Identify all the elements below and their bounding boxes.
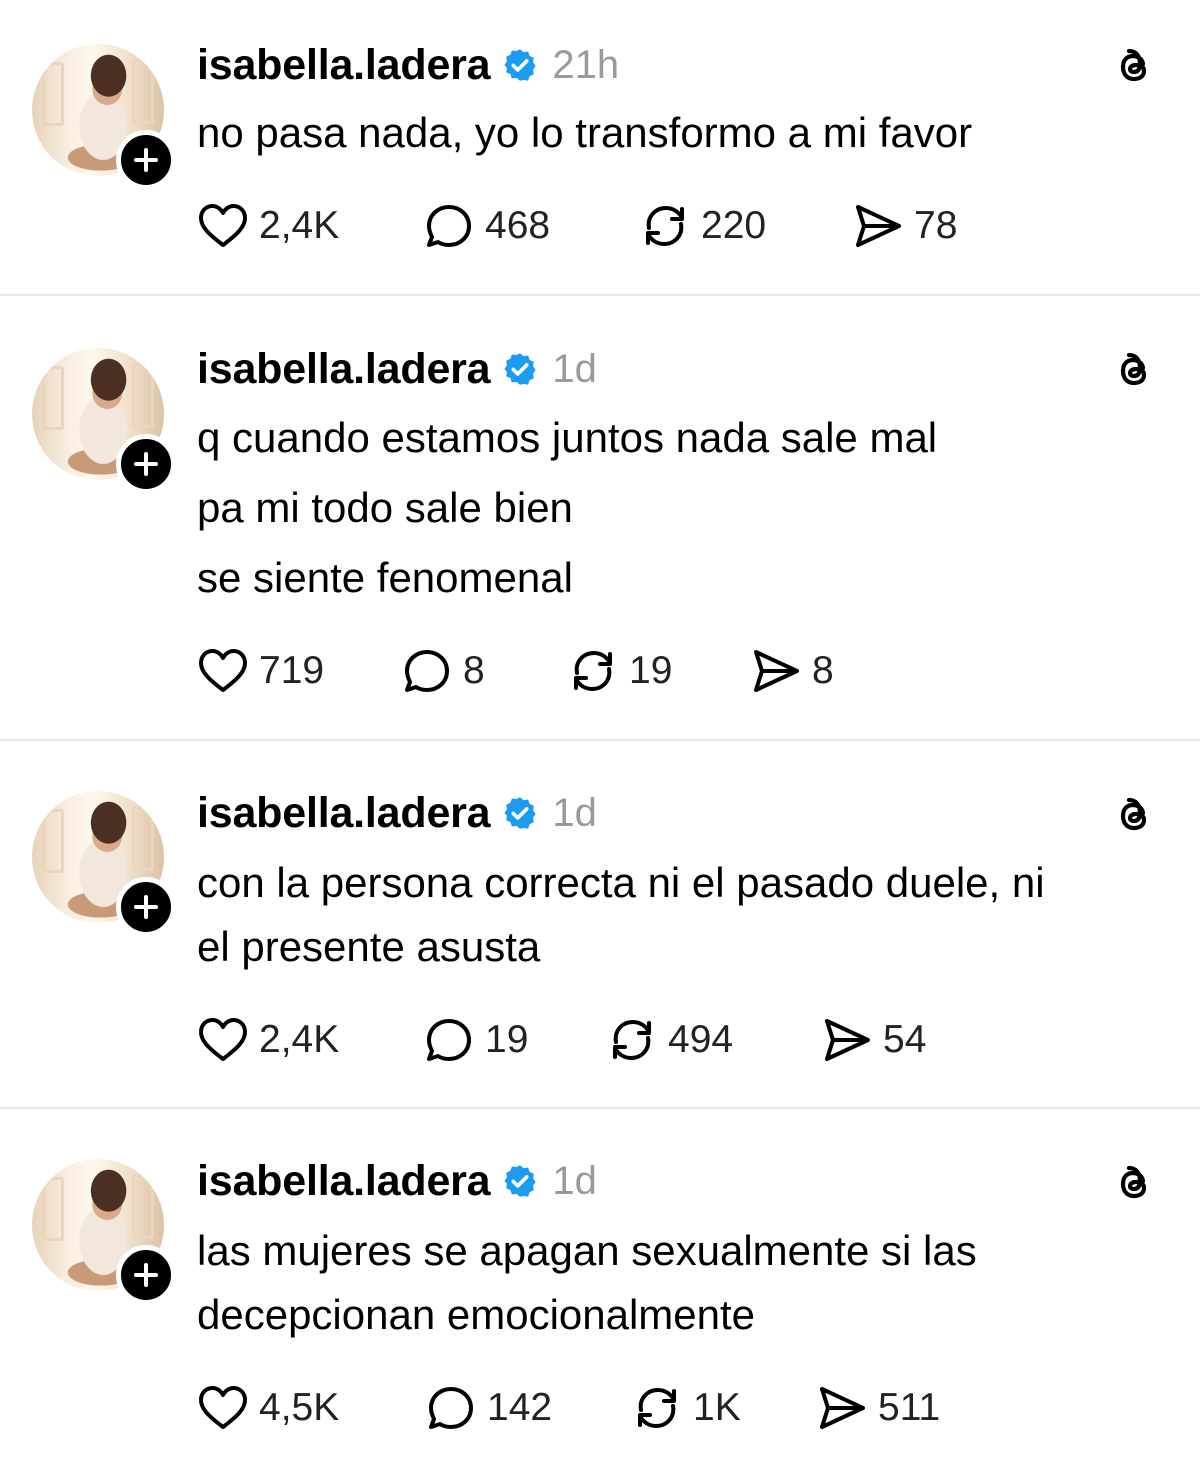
heart-icon xyxy=(199,649,247,692)
share-button[interactable]: 54 xyxy=(821,1012,926,1068)
post-header: isabella.ladera 1d xyxy=(197,344,597,394)
share-button[interactable]: 511 xyxy=(816,1380,940,1436)
verified-badge-icon xyxy=(504,1165,537,1197)
threads-logo-icon[interactable] xyxy=(1110,791,1160,841)
post-header: isabella.ladera 1d xyxy=(197,1156,597,1206)
send-icon xyxy=(820,1387,865,1429)
post-timestamp: 1d xyxy=(552,790,597,835)
post-body: q cuando estamos juntos nada sale mal pa… xyxy=(197,403,1172,613)
like-count: 2,4K xyxy=(259,204,340,247)
follow-button[interactable] xyxy=(116,1245,176,1305)
comment-bubble-icon xyxy=(427,205,471,247)
repost-count: 19 xyxy=(629,649,673,692)
repost-button[interactable]: 1K xyxy=(631,1380,741,1436)
like-button[interactable]: 719 xyxy=(197,643,324,699)
threads-logo-icon[interactable] xyxy=(1110,1159,1160,1209)
verified-badge-icon xyxy=(504,353,537,385)
like-count: 4,5K xyxy=(259,1386,340,1429)
repost-button[interactable]: 220 xyxy=(639,198,766,254)
post-timestamp: 21h xyxy=(552,42,620,87)
repost-button[interactable]: 494 xyxy=(606,1012,733,1068)
share-button[interactable]: 78 xyxy=(852,198,957,254)
plus-icon xyxy=(134,452,158,476)
thread-post[interactable]: isabella.ladera 1d las mujeres se apagan… xyxy=(0,1109,1200,1462)
reply-button[interactable]: 468 xyxy=(423,198,550,254)
like-count: 2,4K xyxy=(259,1018,340,1061)
post-text-line: se siente fenomenal xyxy=(197,554,573,601)
threads-logo-icon[interactable] xyxy=(1110,346,1160,396)
thread-post[interactable]: isabella.ladera 1d con la persona correc… xyxy=(0,741,1200,1109)
post-header: isabella.ladera 21h xyxy=(197,40,619,90)
comment-bubble-icon xyxy=(405,650,449,692)
verified-badge-icon xyxy=(504,797,537,829)
repost-button[interactable]: 19 xyxy=(567,643,672,699)
username[interactable]: isabella.ladera xyxy=(197,789,491,838)
reply-count: 19 xyxy=(485,1018,529,1061)
reply-button[interactable]: 19 xyxy=(423,1012,528,1068)
repost-count: 220 xyxy=(701,204,767,247)
plus-icon xyxy=(134,1263,158,1287)
username[interactable]: isabella.ladera xyxy=(197,1157,491,1206)
post-text-line: con la persona correcta ni el pasado due… xyxy=(197,859,1045,906)
like-button[interactable]: 2,4K xyxy=(197,1012,339,1068)
post-body: no pasa nada, yo lo transformo a mi favo… xyxy=(197,98,1172,168)
reply-count: 8 xyxy=(463,649,485,692)
repost-count: 494 xyxy=(668,1018,734,1061)
thread-post[interactable]: isabella.ladera 1d q cuando estamos junt… xyxy=(0,296,1200,741)
repost-icon xyxy=(646,206,684,246)
send-icon xyxy=(856,205,901,247)
send-icon xyxy=(825,1019,870,1061)
like-count: 719 xyxy=(259,649,325,692)
follow-button[interactable] xyxy=(116,130,176,190)
send-icon xyxy=(754,650,799,692)
repost-icon xyxy=(638,1388,676,1428)
like-button[interactable]: 4,5K xyxy=(197,1380,339,1436)
post-text-line: las mujeres se apagan sexualmente si las xyxy=(197,1227,977,1274)
share-count: 78 xyxy=(914,204,958,247)
verified-badge-icon xyxy=(504,49,537,81)
plus-icon xyxy=(134,148,158,172)
reply-button[interactable]: 142 xyxy=(425,1380,552,1436)
post-text-line: no pasa nada, yo lo transformo a mi favo… xyxy=(197,109,973,156)
post-text-line: decepcionan emocionalmente xyxy=(197,1291,756,1338)
repost-icon xyxy=(613,1020,651,1060)
share-button[interactable]: 8 xyxy=(750,643,834,699)
follow-button[interactable] xyxy=(116,877,176,937)
reply-button[interactable]: 8 xyxy=(401,643,485,699)
like-button[interactable]: 2,4K xyxy=(197,198,339,254)
plus-icon xyxy=(134,895,158,919)
follow-button[interactable] xyxy=(116,434,176,494)
share-count: 511 xyxy=(878,1386,941,1429)
username[interactable]: isabella.ladera xyxy=(197,345,491,394)
post-text-line: el presente asusta xyxy=(197,923,541,970)
reply-count: 468 xyxy=(485,204,551,247)
heart-icon xyxy=(199,204,247,247)
username[interactable]: isabella.ladera xyxy=(197,41,491,90)
threads-logo-icon[interactable] xyxy=(1110,42,1160,92)
post-header: isabella.ladera 1d xyxy=(197,788,597,838)
repost-count: 1K xyxy=(693,1386,741,1429)
post-timestamp: 1d xyxy=(552,1158,597,1203)
comment-bubble-icon xyxy=(429,1387,473,1429)
comment-bubble-icon xyxy=(427,1019,471,1061)
heart-icon xyxy=(199,1018,247,1061)
thread-post[interactable]: isabella.ladera 21h no pasa nada, yo lo … xyxy=(0,0,1200,296)
repost-icon xyxy=(574,651,612,691)
post-body: las mujeres se apagan sexualmente si las… xyxy=(197,1219,1172,1347)
share-count: 8 xyxy=(812,649,834,692)
reply-count: 142 xyxy=(487,1386,553,1429)
post-text-line: pa mi todo sale bien xyxy=(197,484,573,531)
share-count: 54 xyxy=(883,1018,927,1061)
post-timestamp: 1d xyxy=(552,346,597,391)
post-text-line: q cuando estamos juntos nada sale mal xyxy=(197,414,938,461)
heart-icon xyxy=(199,1386,247,1429)
post-body: con la persona correcta ni el pasado due… xyxy=(197,851,1172,979)
